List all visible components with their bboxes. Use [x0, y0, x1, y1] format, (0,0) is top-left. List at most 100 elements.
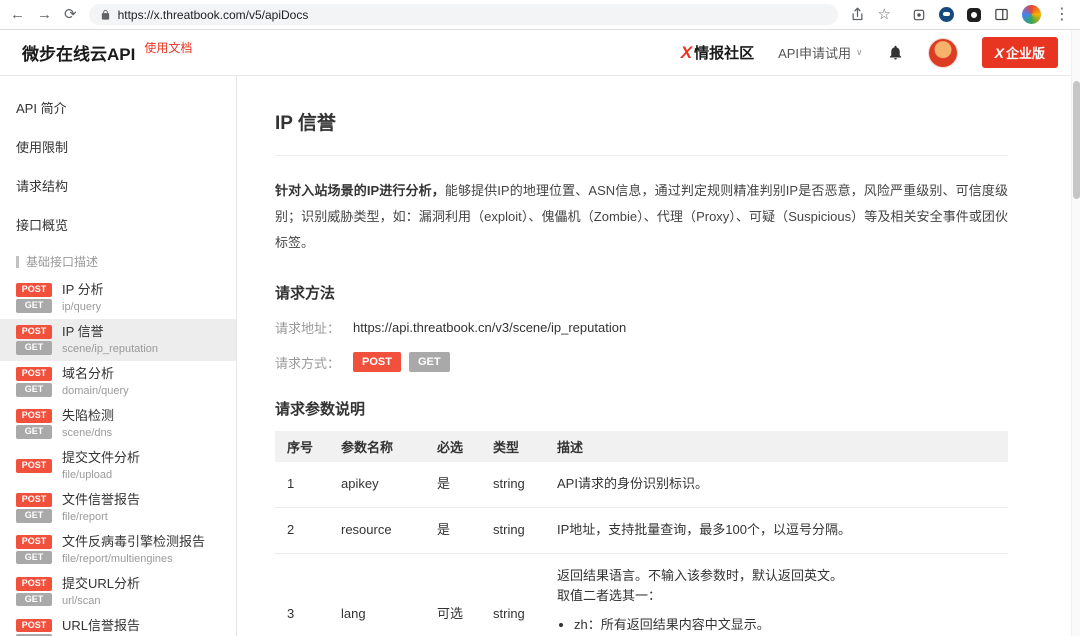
param-column-header: 参数名称: [329, 431, 425, 462]
endpoint-text: 提交URL分析 url/scan: [62, 575, 141, 607]
enterprise-label: 企业版: [1005, 46, 1045, 61]
page-body: API 简介 使用限制 请求结构 接口概览 基础接口描述 POST GET IP 分析 ip…: [0, 76, 1080, 636]
sidebar-endpoint[interactable]: POST GET IP 信誉 scene/ip_reputation: [0, 318, 236, 361]
param-cell: string: [481, 462, 545, 508]
side-panel-icon[interactable]: [994, 7, 1009, 22]
endpoint-title: 域名分析: [62, 365, 115, 381]
toolbar-right-icons: ☆ ⋮: [850, 5, 1070, 24]
notification-bell-icon[interactable]: [887, 44, 904, 61]
site-logo[interactable]: 微步在线云API: [22, 40, 135, 65]
post-badge: POST: [16, 408, 52, 423]
post-badge: POST: [16, 366, 52, 381]
param-column-header: 描述: [545, 431, 1008, 462]
sidebar-endpoint[interactable]: POST GET 域名分析 domain/query: [0, 361, 236, 403]
get-badge: GET: [16, 382, 52, 397]
sidebar-endpoint[interactable]: POSTGET URL信誉报告url/report: [0, 613, 236, 636]
endpoint-text: IP 信誉 scene/ip_reputation: [62, 323, 159, 355]
get-badge: GET: [16, 550, 52, 565]
api-trial-dropdown[interactable]: API申请试用 ∨: [778, 43, 863, 62]
param-cell: 是: [425, 462, 481, 508]
get-method-badge[interactable]: GET: [408, 352, 450, 372]
browser-menu-icon[interactable]: ⋮: [1054, 6, 1070, 23]
sidebar-endpoint[interactable]: POST GET 失陷检测 scene/dns: [0, 403, 236, 445]
sidebar-endpoint[interactable]: POST GET 提交URL分析 url/scan: [0, 571, 236, 613]
community-label: 情报社区: [694, 45, 755, 62]
post-badge: POST: [16, 534, 52, 549]
endpoint-path: file/report: [62, 510, 108, 523]
bookmark-star-icon[interactable]: ☆: [878, 7, 891, 22]
endpoint-title: 提交文件分析: [62, 449, 141, 465]
endpoint-path: scene/ip_reputation: [62, 342, 159, 355]
sidebar-endpoint[interactable]: POST 提交文件分析 file/upload: [0, 445, 236, 487]
endpoint-path: file/upload: [62, 468, 113, 481]
main-content: IP 信誉 针对入站场景的IP进行分析，能够提供IP的地理位置、ASN信息，通过…: [237, 76, 1080, 636]
param-column-header: 必选: [425, 431, 481, 462]
lock-icon: [100, 9, 111, 21]
api-trial-label: API申请试用: [778, 46, 852, 61]
intro-paragraph: 针对入站场景的IP进行分析，能够提供IP的地理位置、ASN信息，通过判定规则精准…: [275, 178, 1008, 256]
browser-profile-avatar[interactable]: [1022, 5, 1041, 24]
get-badge: GET: [16, 592, 52, 607]
sidebar-item[interactable]: API 简介: [0, 88, 236, 127]
param-row: 3 lang 可选 string 返回结果语言。不输入该参数时，默认返回英文。 取值二者选…: [275, 553, 1008, 636]
get-badge: GET: [16, 424, 52, 439]
get-badge: GET: [16, 340, 52, 355]
description-bullets: zh：所有返回结果内容中文显示。en：所有返回结果内容英文显示。: [574, 615, 996, 636]
post-method-badge[interactable]: POST: [353, 352, 401, 372]
doc-link[interactable]: 使用文档: [144, 39, 192, 56]
x-logo-icon: X: [994, 44, 1004, 61]
get-badge: GET: [16, 508, 52, 523]
section-bar-icon: [16, 255, 19, 268]
method-badges: POSTGET: [16, 534, 52, 565]
endpoint-path: url/scan: [62, 594, 101, 607]
scrollbar-thumb[interactable]: [1073, 81, 1080, 199]
endpoint-text: 失陷检测 scene/dns: [62, 407, 115, 439]
back-icon[interactable]: ←: [10, 7, 25, 22]
param-row: 1 apikey 是 string API请求的身份识别标识。: [275, 462, 1008, 508]
enterprise-button[interactable]: X 企业版: [981, 37, 1058, 68]
sidebar-item[interactable]: 请求结构: [0, 166, 236, 205]
refresh-icon[interactable]: ⟳: [64, 7, 77, 22]
endpoint-title: 提交URL分析: [62, 575, 141, 591]
sidebar-endpoint[interactable]: POST GET 文件信誉报告 file/report: [0, 487, 236, 529]
param-column-header: 序号: [275, 431, 329, 462]
section-label-text: 基础接口描述: [26, 255, 99, 269]
endpoint-title: 文件信誉报告: [62, 491, 141, 507]
sidebar-item[interactable]: 使用限制: [0, 127, 236, 166]
request-method-row: 请求方式： POST GET: [275, 352, 1008, 372]
intro-bold: 针对入站场景的IP进行分析，: [275, 183, 445, 198]
get-badge: GET: [16, 298, 52, 313]
extension-icon-blue[interactable]: [939, 7, 954, 22]
sidebar-endpoint[interactable]: POST GET IP 分析 ip/query: [0, 277, 236, 319]
extension-icon[interactable]: [912, 8, 926, 22]
param-cell: apikey: [329, 462, 425, 508]
post-badge: POST: [16, 618, 52, 633]
extension-icon-dark[interactable]: [967, 7, 981, 22]
sidebar-endpoint[interactable]: POST GET 文件反病毒引擎检测报告 file/report/multiengin…: [0, 529, 236, 571]
endpoint-path: ip/query: [62, 300, 102, 313]
chevron-down-icon: ∨: [856, 47, 863, 57]
endpoint-path: scene/dns: [62, 426, 113, 439]
method-badges: POSTGET: [16, 576, 52, 607]
user-avatar[interactable]: [927, 37, 958, 68]
param-description: IP地址，支持批量查询，最多100个，以逗号分隔。: [545, 507, 1008, 554]
forward-icon[interactable]: →: [37, 7, 52, 22]
post-badge: POST: [16, 283, 52, 297]
sidebar-top-items: API 简介 使用限制 请求结构 接口概览: [0, 88, 236, 244]
header-right: X 情报社区 API申请试用 ∨ X 企业版: [681, 37, 1058, 68]
page-scrollbar[interactable]: [1071, 31, 1080, 636]
sidebar-item[interactable]: 接口概览: [0, 205, 236, 244]
param-cell: 可选: [425, 553, 481, 636]
description-bullet: zh：所有返回结果内容中文显示。: [574, 615, 996, 636]
endpoint-text: 提交文件分析 file/upload: [62, 449, 141, 481]
share-icon[interactable]: [850, 7, 865, 22]
endpoint-title: IP 信誉: [62, 323, 104, 339]
endpoint-text: 域名分析 domain/query: [62, 365, 129, 397]
description-line: 返回结果语言。不输入该参数时，默认返回英文。: [557, 567, 844, 583]
community-link[interactable]: X 情报社区: [681, 42, 754, 63]
sidebar: API 简介 使用限制 请求结构 接口概览 基础接口描述 POST GET IP 分析 ip…: [0, 76, 237, 636]
address-bar[interactable]: https://x.threatbook.com/v5/apiDocs: [88, 4, 838, 25]
request-address-label: 请求地址：: [275, 321, 341, 336]
param-row: 2 resource 是 string IP地址，支持批量查询，最多100个，以逗号分隔…: [275, 507, 1008, 554]
endpoint-title: 失陷检测: [62, 407, 115, 423]
